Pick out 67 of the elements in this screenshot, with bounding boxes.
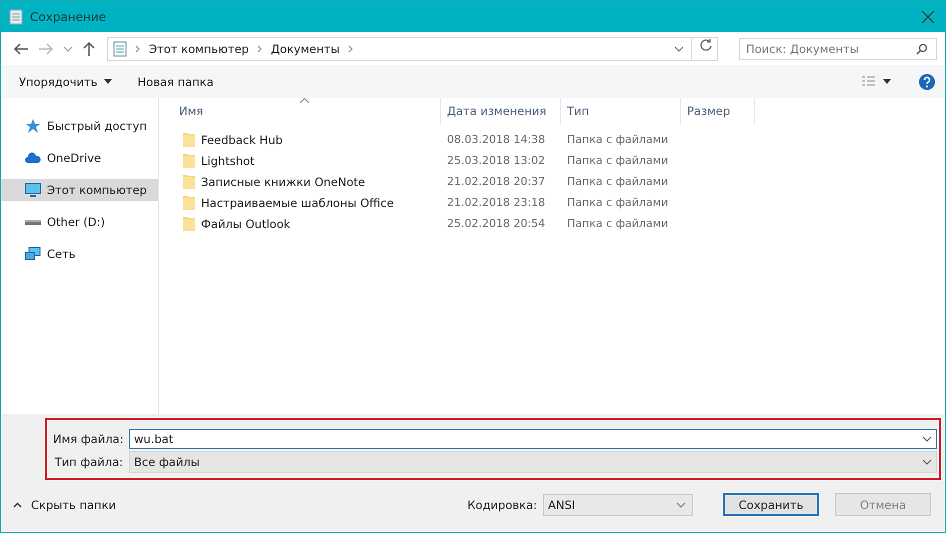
sidebar-item[interactable]: Этот компьютер [1, 179, 158, 201]
caret-icon [104, 79, 112, 84]
drive-icon [25, 218, 41, 226]
file-type: Папка с файлами [567, 196, 668, 209]
file-name[interactable]: Файлы Outlook [201, 216, 290, 230]
folder-icon [183, 174, 195, 189]
modified-date: 21.02.2018 20:37 [447, 175, 546, 188]
file-type: Папка с файлами [567, 217, 668, 230]
notepad-icon [9, 8, 23, 24]
field-label: Тип файла: [54, 455, 123, 469]
file-type: Папка с файлами [567, 175, 668, 188]
search-icon [916, 42, 928, 54]
chevron-down-icon[interactable] [674, 44, 684, 52]
folder-icon [183, 195, 195, 210]
chevron-right-icon[interactable] [346, 44, 355, 52]
organize-button[interactable]: Упорядочить [9, 70, 122, 92]
document-icon [113, 40, 127, 56]
encoding-label: Кодировка: [467, 498, 537, 512]
field-label: Имя файла: [53, 432, 123, 446]
chevron-down-icon [676, 502, 686, 508]
sidebar-item[interactable]: OneDrive [1, 147, 158, 169]
chevron-up-icon [13, 502, 22, 508]
file-name-field[interactable]: wu.bat [129, 429, 937, 449]
up-icon[interactable] [82, 40, 96, 56]
close-icon[interactable] [921, 10, 935, 24]
star-icon [25, 118, 41, 134]
file-type: Папка с файлами [567, 154, 668, 167]
folder-icon [183, 216, 195, 231]
chevron-right-icon [134, 44, 142, 52]
save-button[interactable]: Сохранить [723, 493, 819, 516]
modified-date: 25.03.2018 13:02 [447, 154, 546, 167]
window-title: Сохранение [30, 10, 106, 24]
breadcrumb[interactable]: Документы [270, 42, 340, 56]
file-type: Папка с файлами [567, 133, 668, 146]
address-bar[interactable]: Этот компьютер Документы [107, 36, 718, 60]
chevron-right-icon [256, 44, 264, 52]
chevron-down-icon[interactable] [922, 436, 932, 442]
file-name[interactable]: Feedback Hub [201, 132, 283, 146]
hide-folders-button[interactable]: Скрыть папки [13, 498, 116, 512]
monitor-icon [25, 183, 41, 197]
column-header[interactable]: Имя [179, 98, 441, 124]
folder-icon [183, 153, 195, 168]
sidebar-item[interactable]: Other (D:) [1, 211, 158, 233]
column-header[interactable]: Тип [561, 98, 681, 124]
modified-date: 25.02.2018 20:54 [447, 217, 546, 230]
file-name[interactable]: Записные книжки OneNote [201, 174, 366, 188]
column-header[interactable]: Дата изменения [441, 98, 561, 124]
sidebar-item[interactable]: Сеть [1, 243, 158, 265]
modified-date: 21.02.2018 23:18 [447, 196, 546, 209]
new-folder-button[interactable]: Новая папка [128, 70, 224, 92]
modified-date: 08.03.2018 14:38 [447, 133, 546, 146]
view-options-icon[interactable] [861, 74, 877, 88]
search-field[interactable]: Поиск: Документы [739, 38, 937, 60]
file-name[interactable]: Lightshot [201, 154, 255, 168]
back-icon[interactable] [13, 42, 29, 56]
folder-icon [183, 132, 195, 147]
sidebar-item[interactable]: Быстрый доступ [1, 115, 158, 137]
file-name[interactable]: Настраиваемые шаблоны Office [201, 196, 394, 210]
chevron-down-icon [922, 459, 932, 465]
help-icon[interactable] [919, 74, 935, 90]
file-type-dropdown[interactable]: Все файлы [129, 451, 937, 473]
caret-icon[interactable] [883, 79, 891, 84]
cloud-icon [25, 152, 41, 164]
breadcrumb[interactable]: Этот компьютер [149, 42, 249, 56]
encoding-dropdown[interactable]: ANSI [543, 494, 693, 516]
network-icon [25, 247, 41, 261]
column-header[interactable]: Размер [681, 98, 755, 124]
